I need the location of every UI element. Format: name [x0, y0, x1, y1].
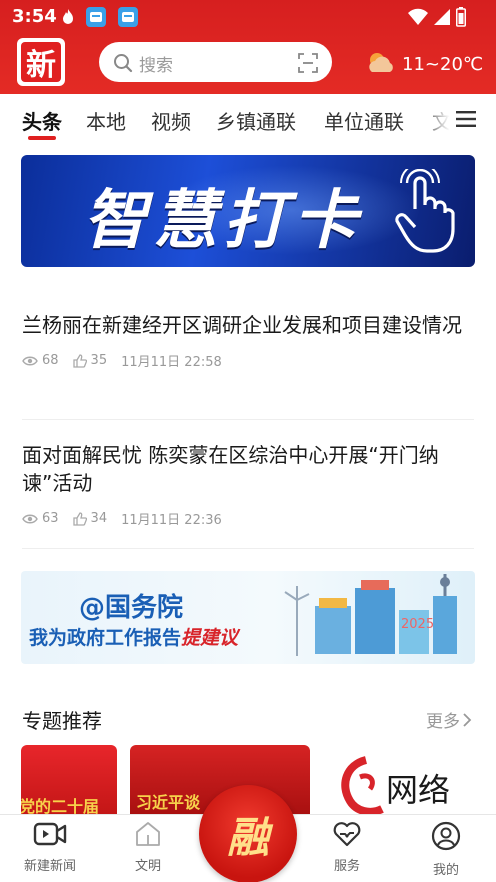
active-tab-indicator	[28, 136, 56, 140]
status-time: 3:54	[12, 6, 57, 27]
tab-township[interactable]: 乡镇通联	[216, 106, 296, 135]
status-indicators	[408, 7, 466, 27]
app-bar: 新 搜索 11~20℃	[0, 38, 496, 90]
scan-icon[interactable]	[298, 53, 318, 77]
topic-card[interactable]: 网络	[322, 745, 496, 815]
tab-headlines[interactable]: 头条	[22, 106, 62, 135]
thumbs-up-icon	[72, 511, 87, 526]
video-icon	[33, 822, 67, 846]
nav-profile[interactable]: 我的	[406, 821, 486, 878]
news-item[interactable]: 兰杨丽在新建经开区调研企业发展和项目建设情况 68 35 11月11日 22:5…	[22, 311, 474, 370]
nav-services[interactable]: 服务	[307, 821, 387, 874]
nav-center-fusion-button[interactable]: 融	[199, 785, 297, 882]
search-bar[interactable]: 搜索	[99, 42, 332, 82]
weather-temperature: 11~20℃	[402, 53, 484, 75]
news-meta: 63 34 11月11日 22:36	[22, 509, 474, 528]
eye-icon	[22, 356, 38, 365]
menu-icon[interactable]	[456, 110, 476, 132]
app-notify-icon	[118, 7, 138, 27]
heart-hands-icon	[333, 822, 361, 847]
weather-icon	[366, 50, 396, 78]
thumbs-up-icon	[72, 353, 87, 368]
signal-icon	[434, 9, 450, 25]
nav-civilization[interactable]: 文明	[108, 821, 188, 874]
likes-count: 35	[72, 353, 107, 368]
news-item[interactable]: 面对面解民忧 陈奕蒙在区综治中心开展“开门纳谏”活动 63 34 11月11日 …	[22, 441, 474, 528]
news-meta: 68 35 11月11日 22:58	[22, 351, 474, 370]
topic-card[interactable]: 党的二十届	[21, 745, 117, 815]
banner-title: 智慧打卡	[83, 184, 363, 258]
weather-widget[interactable]: 11~20℃	[366, 50, 483, 78]
app-logo[interactable]: 新	[17, 38, 65, 86]
news-time: 11月11日 22:36	[121, 513, 222, 528]
banner-subline: 我为政府工作报告提建议	[29, 627, 239, 649]
tab-video[interactable]: 视频	[151, 106, 191, 135]
views-count: 63	[22, 511, 59, 526]
divider	[22, 419, 474, 420]
search-placeholder: 搜索	[139, 56, 173, 76]
tab-units[interactable]: 单位通联	[324, 106, 404, 135]
wifi-icon	[408, 8, 428, 25]
channel-tabs: 头条 本地 视频 乡镇通联 单位通联 文	[0, 94, 496, 146]
nav-news[interactable]: 新建新闻	[10, 821, 90, 874]
government-report-banner[interactable]: @国务院 我为政府工作报告提建议 2025	[21, 571, 475, 664]
user-icon	[431, 821, 461, 851]
chevron-right-icon	[463, 712, 472, 727]
search-icon	[113, 53, 133, 77]
smart-checkin-banner[interactable]: 智慧打卡	[21, 155, 475, 267]
topics-more-link[interactable]: 更多	[426, 707, 472, 732]
status-bar: 3:54	[0, 0, 496, 34]
topics-heading: 专题推荐	[22, 709, 102, 733]
news-title: 兰杨丽在新建经开区调研企业发展和项目建设情况	[22, 313, 462, 337]
likes-count: 34	[72, 511, 107, 526]
news-time: 11月11日 22:58	[121, 355, 222, 370]
hand-tap-icon	[393, 163, 455, 257]
app-logo-mark: 新	[21, 42, 61, 83]
news-title: 面对面解民忧 陈奕蒙在区综治中心开展“开门纳谏”活动	[22, 443, 439, 495]
bottom-navigation: 新建新闻 文明 融 服务 我的	[0, 785, 496, 882]
city-illustration: 2025	[284, 574, 457, 656]
home-icon	[136, 822, 160, 846]
divider	[22, 548, 474, 549]
app-notify-icon	[86, 7, 106, 27]
banner-headline: @国务院	[79, 593, 184, 623]
battery-icon	[456, 7, 466, 27]
svg-text:2025: 2025	[401, 617, 434, 632]
views-count: 68	[22, 353, 59, 368]
fire-icon	[58, 7, 78, 27]
eye-icon	[22, 514, 38, 523]
tab-local[interactable]: 本地	[86, 106, 126, 135]
